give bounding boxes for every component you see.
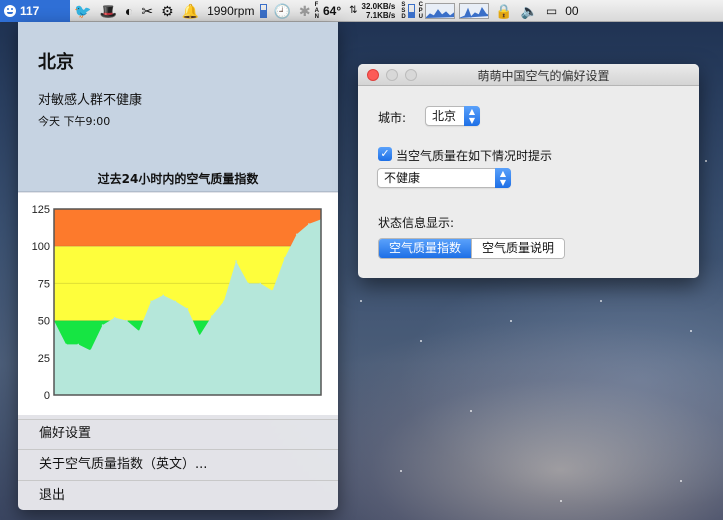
health-status: 对敏感人群不健康 — [38, 93, 143, 108]
status-segmented-control: 空气质量指数 空气质量说明 — [378, 238, 566, 259]
aqi-data-point — [77, 343, 80, 346]
disk-bar-icon[interactable] — [407, 3, 415, 18]
city-select-value: 北京 — [432, 109, 457, 123]
aqi-data-point — [162, 294, 165, 297]
gears-icon[interactable]: ⚙ — [157, 0, 178, 22]
aqi-data-point — [247, 282, 249, 285]
alert-checkbox[interactable]: ✓ — [378, 147, 392, 161]
aqi-data-point — [235, 260, 237, 262]
time-machine-icon[interactable]: 🕘 — [269, 0, 294, 22]
aqi-chart-svg: 0 25 50 75 100 125 — [32, 204, 322, 402]
update-time: 今天 下午9:00 — [38, 115, 111, 128]
y-tick-label: 100 — [32, 241, 50, 253]
y-tick-label: 0 — [44, 390, 50, 402]
toggle-icon[interactable]: ◐ — [121, 0, 137, 22]
cpu-label: CPU — [418, 1, 423, 20]
menu-header: 北京 对敏感人群不健康 今天 下午9:00 过去24小时内的空气质量指数 — [18, 22, 338, 192]
aqi-dropdown-menu: 北京 对敏感人群不健康 今天 下午9:00 过去24小时内的空气质量指数 0 25… — [18, 22, 338, 510]
aqi-data-point — [271, 290, 274, 292]
fan-speed[interactable]: 1990rpm — [203, 0, 258, 22]
alert-label: 当空气质量在如下情况时提示 — [396, 149, 553, 163]
aqi-data-point — [89, 349, 92, 352]
twitter-icon[interactable]: 🐦 — [70, 0, 95, 22]
city-select[interactable]: 北京 ▲ ▼ — [425, 106, 480, 126]
aqi-data-point — [223, 300, 225, 303]
menu-separator — [18, 480, 338, 481]
status-option-description[interactable]: 空气质量说明 — [471, 239, 565, 258]
net-down: 7.1KB/s — [365, 10, 396, 20]
memory-bar-icon[interactable] — [260, 3, 268, 18]
bell-icon[interactable]: 🔔 — [178, 0, 203, 22]
aqi-status-value: 117 — [20, 3, 40, 18]
menu-item-quit[interactable]: 退出 — [18, 483, 338, 509]
aqi-data-point — [283, 257, 286, 259]
menu-separator — [18, 419, 338, 420]
network-graph-icon[interactable] — [459, 2, 489, 19]
aqi-data-point — [210, 315, 213, 317]
smiley-face-icon — [4, 4, 16, 17]
disk-label: SSD — [401, 1, 406, 20]
alert-level-select[interactable]: 不健康 ▲ ▼ — [377, 168, 511, 188]
status-option-aqi[interactable]: 空气质量指数 — [379, 239, 472, 258]
scissors-icon[interactable]: ✂ — [137, 0, 157, 22]
preferences-window: 萌萌中国空气的偏好设置 城市: 北京 ▲ ▼ 当空气质量在如下情况时提示 不健康 … — [358, 64, 699, 278]
aqi-data-point — [126, 319, 128, 322]
aqi-data-point — [113, 316, 116, 319]
updown-arrows-icon: ▲ ▼ — [495, 168, 511, 188]
aqi-data-point — [65, 343, 67, 346]
y-tick-label: 125 — [32, 204, 50, 216]
aqi-status-item[interactable]: 117 — [0, 0, 70, 22]
aqi-chart: 0 25 50 75 100 125 — [18, 193, 338, 415]
chart-title: 过去24小时内的空气质量指数 — [97, 172, 259, 186]
aqi-data-point — [259, 282, 262, 285]
aqi-data-point — [308, 223, 310, 225]
aqi-band — [54, 209, 321, 247]
menubar: 117 🐦 🎩 ◐ ✂ ⚙ 🔔 1990rpm 🕘 ✱ FAN 64° ⇅ 32… — [0, 0, 723, 22]
network-arrows-icon: ⇅ — [349, 4, 358, 16]
y-tick-label: 50 — [38, 316, 50, 328]
cpu-graph-icon[interactable] — [425, 2, 455, 19]
temperature[interactable]: 64° — [319, 0, 345, 22]
alert-level-value: 不健康 — [384, 171, 421, 185]
aqi-data-point — [138, 330, 140, 332]
menu-item-preferences[interactable]: 偏好设置 — [18, 421, 338, 447]
aqi-data-point — [186, 307, 189, 310]
aqi-data-point — [174, 300, 177, 303]
menu-separator — [18, 449, 338, 450]
menu-item-about-aqi[interactable]: 关于空气质量指数（英文）... — [18, 452, 338, 478]
y-tick-label: 25 — [38, 353, 50, 365]
net-up: 32.0KB/s — [361, 1, 396, 11]
hat-icon[interactable]: 🎩 — [95, 0, 120, 22]
updown-arrows-icon: ▲ ▼ — [464, 106, 480, 126]
aqi-data-point — [295, 233, 298, 236]
aqi-data-point — [101, 324, 104, 326]
lock-icon[interactable]: 🔒 — [491, 0, 516, 22]
volume-icon[interactable]: 🔈 — [516, 0, 541, 22]
window-titlebar[interactable]: 萌萌中国空气的偏好设置 — [358, 64, 699, 86]
network-speed[interactable]: 32.0KB/s 7.1KB/s — [362, 2, 396, 20]
city-name: 北京 — [38, 52, 74, 73]
aqi-data-point — [150, 300, 152, 303]
aqi-data-point — [198, 334, 201, 337]
window-title: 萌萌中国空气的偏好设置 — [477, 69, 610, 83]
battery-icon[interactable]: ▭ — [542, 0, 561, 22]
y-tick-label: 75 — [38, 278, 50, 290]
bluetooth-icon[interactable]: ✱ — [295, 0, 315, 22]
clock[interactable]: 00 — [561, 0, 582, 22]
city-label: 城市: — [378, 111, 407, 125]
status-label: 状态信息显示: — [378, 216, 455, 230]
